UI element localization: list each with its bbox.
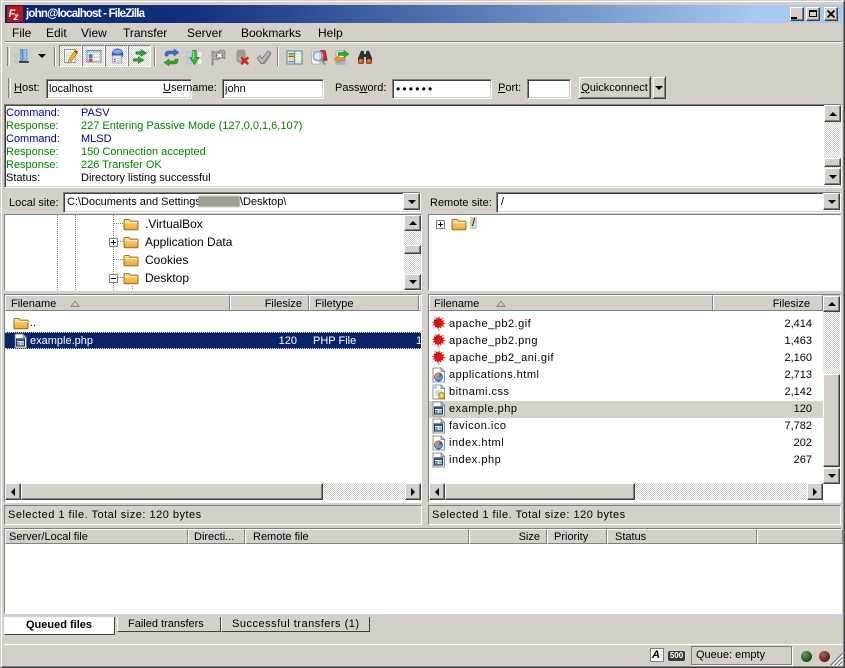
svg-text:z: z bbox=[13, 12, 19, 22]
